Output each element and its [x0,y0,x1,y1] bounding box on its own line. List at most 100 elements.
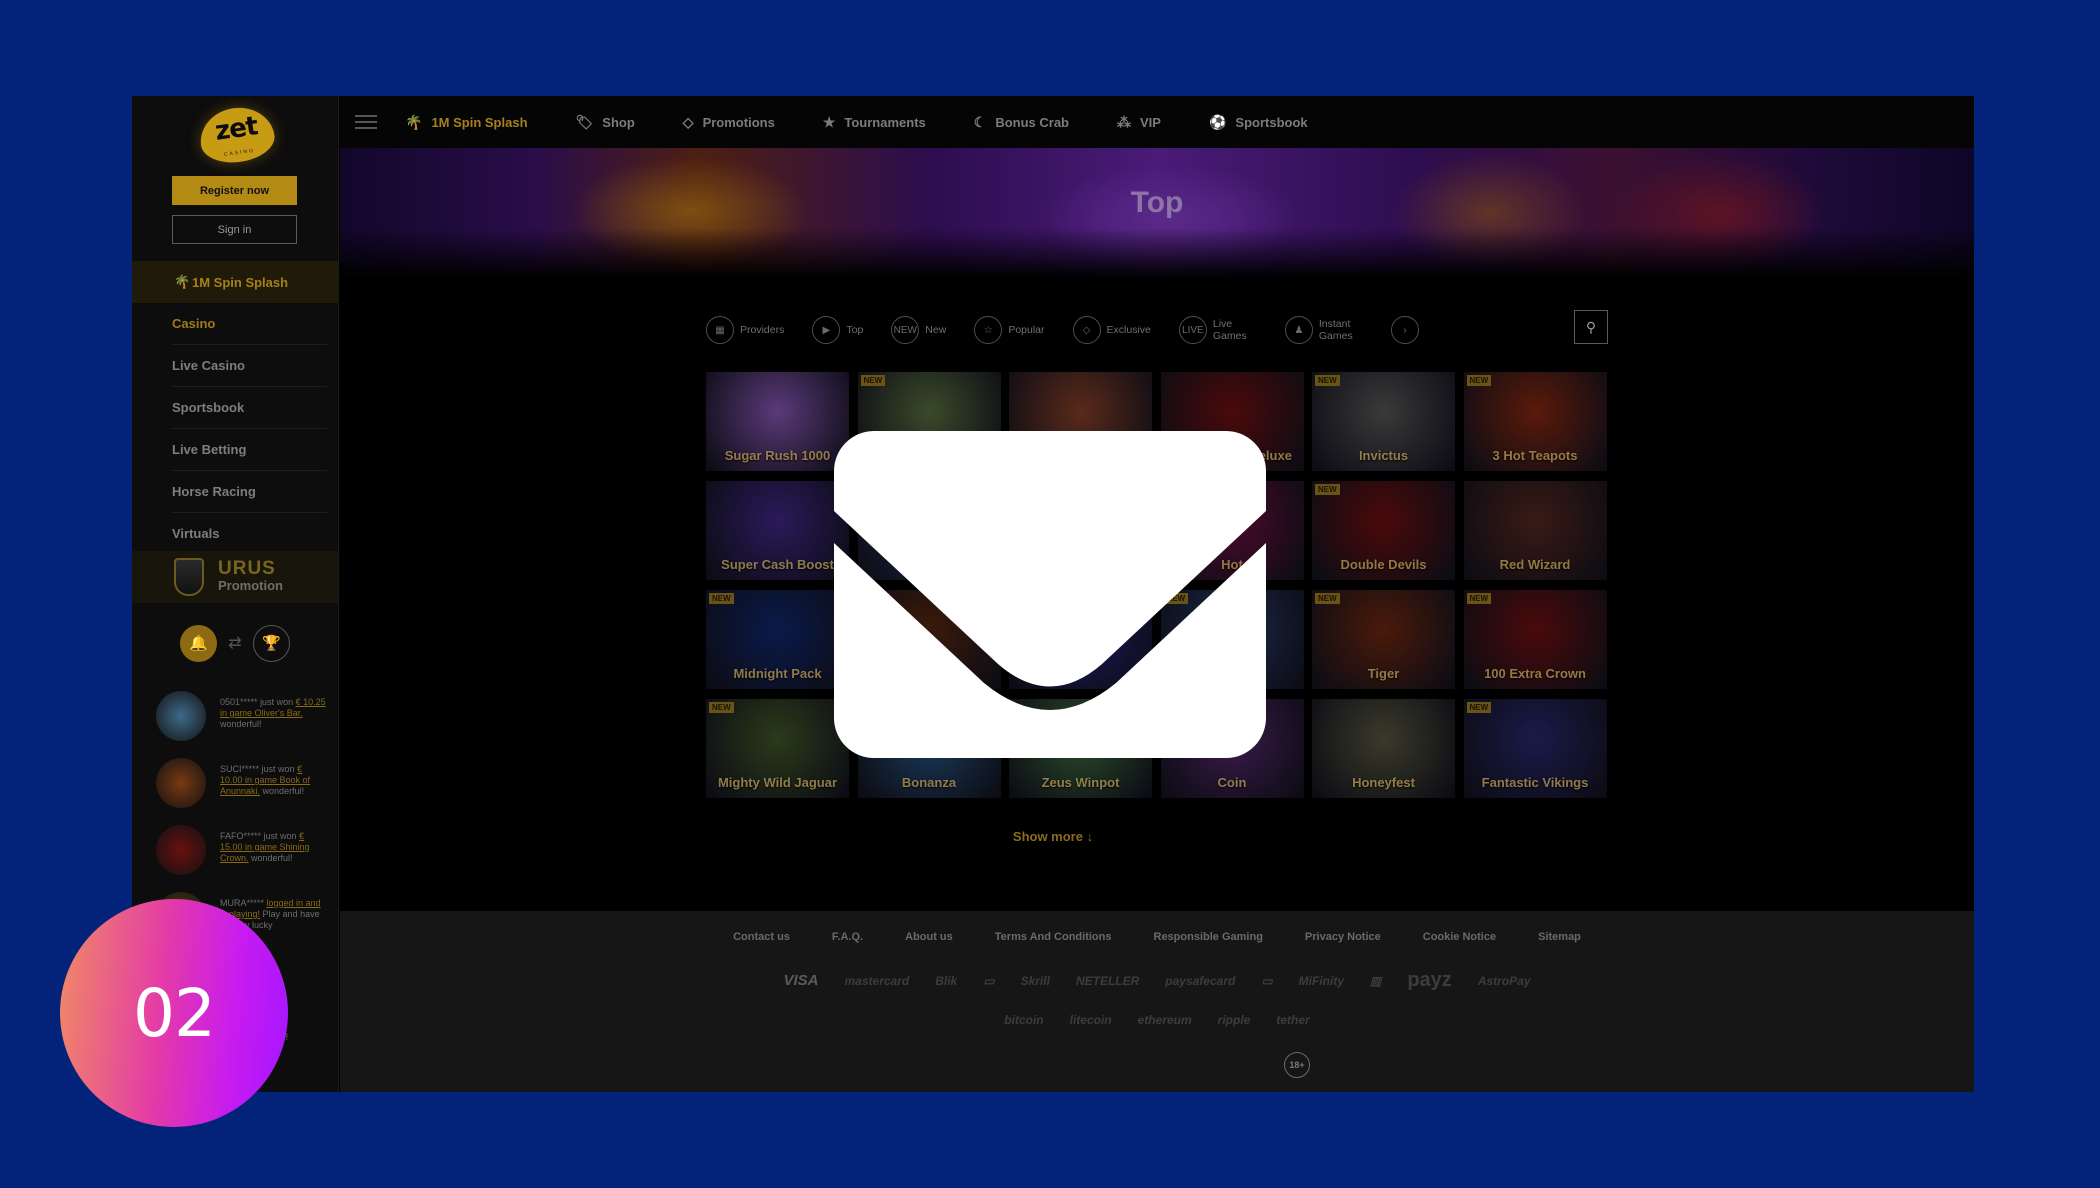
footer-link-sitemap[interactable]: Sitemap [1538,931,1581,943]
bell-icon[interactable]: 🔔 [180,624,217,662]
sidebar-item-virtuals[interactable]: Virtuals [172,513,327,555]
age-restriction-badge: 18+ [1284,1052,1310,1078]
topnav-item-sportsbook[interactable]: ⚽ Sportsbook [1209,114,1308,131]
trophy-icon[interactable]: 🏆 [253,624,290,662]
game-tile[interactable]: NEW Invictus [1312,372,1455,471]
payment-logo: ripple [1217,1013,1251,1027]
footer-links: Contact us F.A.Q. About us Terms And Condit… [340,931,1974,943]
payment-logo: MiFinity [1298,973,1344,988]
category-top[interactable]: ▶ Top [812,316,863,344]
sidebar-item-casino[interactable]: Casino [172,303,327,345]
game-tile[interactable]: Red Wizard [1463,481,1607,580]
category-label: Exclusive [1106,324,1151,336]
sidebar-item-sportsbook[interactable]: Sportsbook [172,387,327,429]
game-tile[interactable]: NEW 3 Hot Teapots [1463,372,1607,471]
game-title: Honeyfest [1352,775,1415,790]
category-providers[interactable]: ▦ Providers [706,316,784,344]
sidebar-item-horse-racing[interactable]: Horse Racing [172,471,327,513]
game-tile[interactable]: NEW 100 Extra Crown [1463,590,1607,689]
payment-logo: VISA [783,972,819,989]
payment-logo: tether [1276,1013,1310,1027]
game-tile[interactable]: Sugar Rush 1000 [706,372,849,471]
topnav-item-vip[interactable]: ⁂ VIP [1117,114,1161,131]
game-tile[interactable]: Honeyfest [1312,699,1455,798]
new-icon: NEW [891,316,920,344]
sidebar-nav: Casino Live Casino Sportsbook Live Betti… [132,303,338,555]
game-title: 100 Extra Crown [1484,666,1586,681]
topnav-label: Promotions [702,114,775,130]
urus-subtitle: Promotion [218,578,283,593]
game-title: Tiger [1367,666,1400,681]
category-popular[interactable]: ☆ Popular [974,316,1045,344]
new-badge: NEW [709,702,734,713]
game-tile[interactable]: NEW Fantastic Vikings [1463,699,1607,798]
payment-logo: paysafecard [1165,973,1236,988]
topnav-item-bonus-crab[interactable]: ☾ Bonus Crab [974,114,1069,131]
winner-user: SUCI***** [220,764,260,774]
urus-promotion-banner[interactable]: URUS Promotion [132,551,338,603]
lamborghini-shield-icon [174,558,204,596]
category-label: Instant Games [1318,318,1353,342]
play-icon: ▶ [812,316,841,344]
footer-link-privacy-notice[interactable]: Privacy Notice [1305,931,1381,943]
new-badge: NEW [1315,593,1340,604]
hero-banner: Top [340,148,1974,278]
payment-logo: Blik [935,973,958,988]
game-title: Coin [1217,775,1247,790]
game-tile[interactable]: NEW Double Devils [1312,481,1455,580]
game-avatar[interactable] [156,758,206,808]
topnav-label: 1M Spin Splash [431,114,528,130]
hamburger-menu-icon[interactable] [355,111,377,133]
category-instant-games[interactable]: ♟ Instant Games [1284,316,1363,344]
footer-link-about-us[interactable]: About us [905,931,953,943]
search-icon[interactable]: ⚲ [1574,310,1608,344]
payment-logo: Skrill [1020,973,1050,988]
category-exclusive[interactable]: ◇ Exclusive [1072,316,1151,344]
topnav-item-tournaments[interactable]: ★ Tournaments [823,114,926,131]
tag-icon: 🏷 [575,113,594,130]
payment-logo: ethereum [1137,1013,1192,1027]
winner-post: wonderful! [220,719,262,729]
footer-link-contact-us[interactable]: Contact us [733,931,790,943]
game-tile[interactable]: Super Cash Boost [706,481,849,580]
game-title: Zeus Winpot [1041,775,1120,790]
live-icon: LIVE [1178,316,1207,344]
winner-post: wonderful! [251,853,293,863]
topnav-item-1m-spin-splash[interactable]: 🌴 1M Spin Splash [405,114,528,131]
winners-toggle: 🔔 ⇄ 🏆 [180,623,290,663]
show-more-button[interactable]: Show more ↓ [132,829,1974,844]
new-badge: NEW [860,375,886,386]
game-title: Mighty Wild Jaguar [717,775,838,790]
category-label: New [925,324,947,336]
game-tile[interactable]: NEW Tiger [1312,590,1455,689]
footer-link-responsible-gaming[interactable]: Responsible Gaming [1154,931,1263,943]
banner-title: Top [1130,186,1184,219]
topnav-item-shop[interactable]: 🏷 Shop [576,114,635,131]
palm-icon: 🌴 [174,274,191,289]
category-label: Providers [740,324,785,336]
signin-button[interactable]: Sign in [172,215,297,244]
category-new[interactable]: NEW New [891,316,946,344]
sidebar-promo-label: 1M Spin Splash [192,274,289,290]
footer-link-terms-and-conditions[interactable]: Terms And Conditions [995,931,1112,943]
game-title: Bonanza [901,775,957,790]
game-title: Double Devils [1340,557,1427,572]
palm-icon: 🌴 [405,113,423,130]
zet-logo[interactable]: zet CASINO [196,103,278,167]
ball-icon: ⚽ [1208,113,1227,130]
register-button[interactable]: Register now [172,176,297,205]
footer-link-cookie-notice[interactable]: Cookie Notice [1423,931,1496,943]
footer-link-f-a-q-[interactable]: F.A.Q. [832,931,863,943]
topnav-label: VIP [1140,114,1161,130]
topnav-item-promotions[interactable]: ◇ Promotions [683,114,775,131]
game-tile[interactable]: NEW Mighty Wild Jaguar [706,699,849,798]
sidebar-item-live-casino[interactable]: Live Casino [172,345,327,387]
game-avatar[interactable] [156,691,206,741]
category-live-games[interactable]: LIVE Live Games [1178,316,1257,344]
top-navigation: 🌴 1M Spin Splash 🏷 Shop ◇ Promotions ★ Tourname… [340,96,1974,148]
sidebar-item-live-betting[interactable]: Live Betting [172,429,327,471]
game-title: Super Cash Boost [721,557,834,572]
sidebar-promo-spin-splash[interactable]: 🌴 1M Spin Splash [132,261,338,303]
category-more[interactable]: › [1390,316,1425,344]
game-tile[interactable]: NEW Midnight Pack [706,590,849,689]
